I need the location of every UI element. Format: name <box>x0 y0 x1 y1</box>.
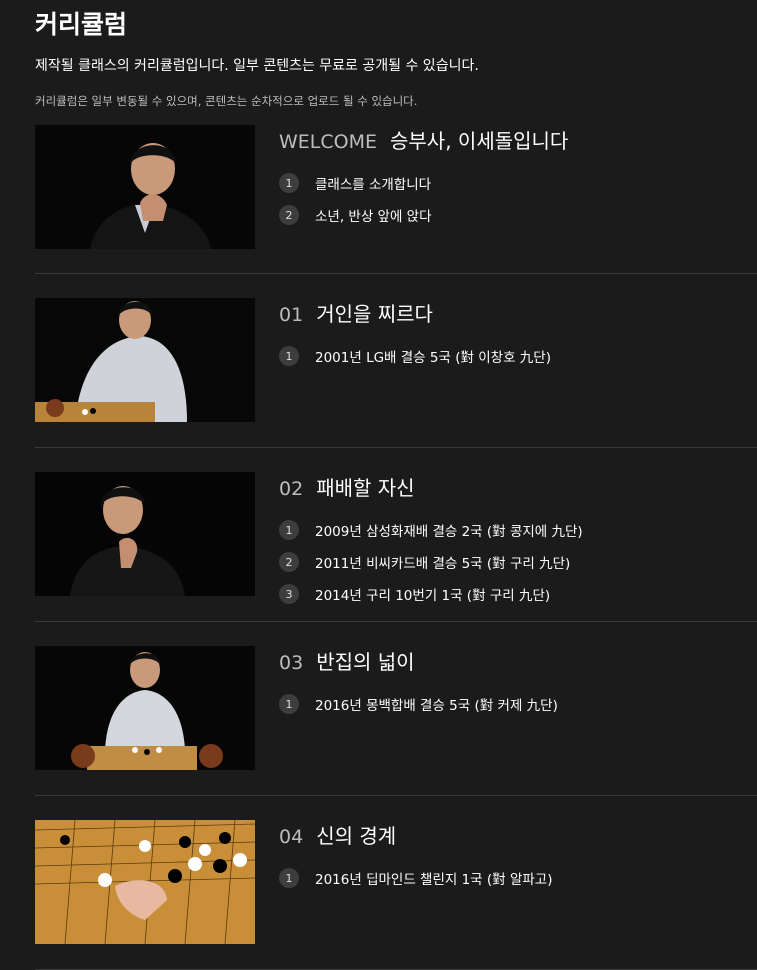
portrait-image <box>35 125 255 249</box>
chapter-number: 01 <box>279 304 304 326</box>
chapter-welcome[interactable]: WELCOME 승부사, 이세돌입니다 1 클래스를 소개합니다 2 소년, 반… <box>35 125 757 274</box>
chapter-list: WELCOME 승부사, 이세돌입니다 1 클래스를 소개합니다 2 소년, 반… <box>35 125 757 970</box>
lesson-item[interactable]: 3 2014년 구리 10번기 1국 (對 구리 九단) <box>279 578 583 610</box>
chapter-title: 거인을 찌르다 <box>316 302 433 326</box>
lesson-label: 2016년 딥마인드 챌린지 1국 (對 알파고) <box>315 872 553 888</box>
chapter-01[interactable]: 01 거인을 찌르다 1 2001년 LG배 결승 5국 (對 이창호 九단) <box>35 274 757 448</box>
curriculum-note: 커리큘럼은 일부 변동될 수 있으며, 콘텐츠는 순차적으로 업로드 될 수 있… <box>35 94 418 108</box>
chapter-03[interactable]: 03 반집의 넓이 1 2016년 몽백합배 결승 5국 (對 커제 九단) <box>35 622 757 796</box>
portrait-image <box>35 472 255 596</box>
lesson-number-badge: 1 <box>279 694 299 714</box>
page-subtitle: 제작될 클래스의 커리큘럼입니다. 일부 콘텐츠는 무료로 공개될 수 있습니다… <box>35 58 479 74</box>
lesson-label: 클래스를 소개합니다 <box>315 177 432 193</box>
chapter-title: 승부사, 이세돌입니다 <box>390 129 569 153</box>
chapter-04[interactable]: 04 신의 경계 1 2016년 딥마인드 챌린지 1국 (對 알파고) <box>35 796 757 970</box>
curriculum-section: 커리큘럼 제작될 클래스의 커리큘럼입니다. 일부 콘텐츠는 무료로 공개될 수… <box>0 0 757 970</box>
lesson-label: 2001년 LG배 결승 5국 (對 이창호 九단) <box>315 350 551 366</box>
lesson-item[interactable]: 1 2016년 딥마인드 챌린지 1국 (對 알파고) <box>279 862 552 894</box>
chapter-number: 03 <box>279 652 304 674</box>
lesson-number-badge: 2 <box>279 552 299 572</box>
lesson-item[interactable]: 1 2001년 LG배 결승 5국 (對 이창호 九단) <box>279 340 551 372</box>
lesson-label: 소년, 반상 앞에 앉다 <box>315 209 432 225</box>
lesson-number-badge: 1 <box>279 868 299 888</box>
chapter-number: WELCOME <box>279 131 377 153</box>
player-at-board-image <box>35 646 255 770</box>
lesson-label: 2014년 구리 10번기 1국 (對 구리 九단) <box>315 588 551 604</box>
lesson-number-badge: 1 <box>279 520 299 540</box>
lesson-number-badge: 3 <box>279 584 299 604</box>
chapter-thumbnail <box>35 298 255 422</box>
chapter-title: 반집의 넓이 <box>316 650 415 674</box>
lesson-number-badge: 2 <box>279 205 299 225</box>
lesson-item[interactable]: 2 2011년 비씨카드배 결승 5국 (對 구리 九단) <box>279 546 583 578</box>
chapter-title: 패배할 자신 <box>316 476 415 500</box>
chapter-thumbnail <box>35 472 255 596</box>
page-title: 커리큘럼 <box>35 10 128 39</box>
lesson-item[interactable]: 2 소년, 반상 앞에 앉다 <box>279 199 568 231</box>
lesson-item[interactable]: 1 클래스를 소개합니다 <box>279 167 568 199</box>
chapter-number: 04 <box>279 826 304 848</box>
lesson-label: 2016년 몽백합배 결승 5국 (對 커제 九단) <box>315 698 558 714</box>
chapter-02[interactable]: 02 패배할 자신 1 2009년 삼성화재배 결승 2국 (對 콩지에 九단)… <box>35 448 757 622</box>
lesson-label: 2011년 비씨카드배 결승 5국 (對 구리 九단) <box>315 556 571 572</box>
lesson-label: 2009년 삼성화재배 결승 2국 (對 콩지에 九단) <box>315 524 583 540</box>
chapter-thumbnail <box>35 125 255 249</box>
chapter-title: 신의 경계 <box>316 824 397 848</box>
player-at-board-image <box>35 298 255 422</box>
lesson-number-badge: 1 <box>279 173 299 193</box>
chapter-thumbnail <box>35 820 255 944</box>
lesson-number-badge: 1 <box>279 346 299 366</box>
chapter-thumbnail <box>35 646 255 770</box>
go-board-image <box>35 820 255 944</box>
lesson-item[interactable]: 1 2009년 삼성화재배 결승 2국 (對 콩지에 九단) <box>279 514 583 546</box>
lesson-item[interactable]: 1 2016년 몽백합배 결승 5국 (對 커제 九단) <box>279 688 558 720</box>
chapter-number: 02 <box>279 478 304 500</box>
